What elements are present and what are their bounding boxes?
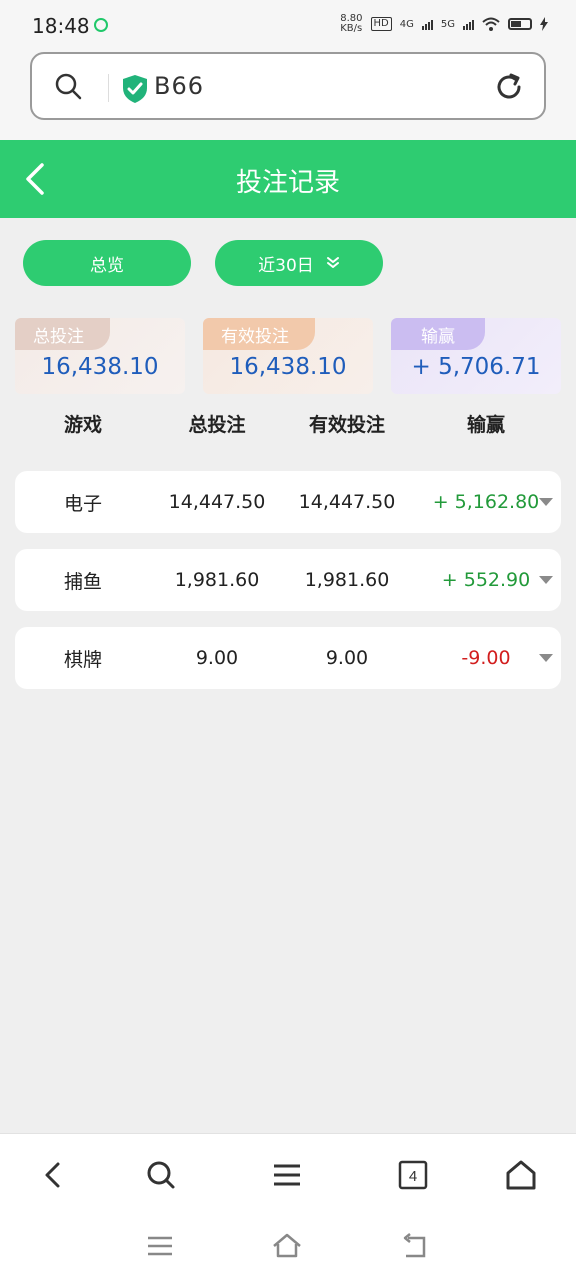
search-icon[interactable] <box>54 72 82 100</box>
valid-bet-value: 16,438.10 <box>229 354 347 380</box>
home-icon[interactable] <box>504 1158 538 1192</box>
notification-icon <box>94 18 108 32</box>
net-speed: 8.80 KB/s <box>340 14 362 34</box>
row-win-cell: + 552.90 <box>411 569 561 591</box>
row-win: + 552.90 <box>441 569 531 591</box>
battery-icon <box>508 18 532 30</box>
status-time: 18:48 <box>32 14 90 38</box>
total-bet-value: 16,438.10 <box>41 354 159 380</box>
system-home-icon[interactable] <box>272 1232 302 1260</box>
row-game: 棋牌 <box>63 648 102 671</box>
address-bar[interactable]: B66 <box>30 52 546 120</box>
header-total: 总投注 <box>188 414 246 436</box>
header-game: 游戏 <box>63 414 102 436</box>
expand-caret-icon[interactable] <box>539 654 553 662</box>
valid-bet-label: 有效投注 <box>203 318 315 350</box>
row-win: -9.00 <box>461 647 511 669</box>
total-bet-card: 总投注 16,438.10 <box>15 318 185 394</box>
row-game: 电子 <box>63 492 102 515</box>
signal-icon <box>421 18 433 30</box>
row-total: 1,981.60 <box>174 569 260 591</box>
system-back-icon[interactable] <box>400 1232 430 1260</box>
row-game: 捕鱼 <box>63 570 102 593</box>
expand-caret-icon[interactable] <box>539 498 553 506</box>
charging-icon <box>540 17 548 31</box>
signal-icon-2 <box>463 18 474 30</box>
system-menu-icon[interactable] <box>145 1232 175 1260</box>
shield-icon <box>123 75 147 103</box>
reload-icon[interactable] <box>494 72 524 102</box>
overview-button[interactable]: 总览 <box>23 240 191 286</box>
app-header: 投注记录 <box>0 140 576 218</box>
row-valid: 14,447.50 <box>298 491 396 513</box>
url-text[interactable]: B66 <box>154 72 204 100</box>
chevron-down-icon <box>326 257 339 268</box>
browser-toolbar: B66 <box>0 52 576 140</box>
bottom-nav: 4 <box>0 1133 576 1281</box>
overview-label: 总览 <box>90 255 124 276</box>
expand-caret-icon[interactable] <box>539 576 553 584</box>
header-valid: 有效投注 <box>308 414 385 436</box>
url-divider <box>108 74 109 102</box>
menu-icon[interactable] <box>270 1158 304 1192</box>
hd-badge: HD <box>370 17 392 31</box>
tab-count: 4 <box>409 1168 417 1185</box>
nav-search-icon[interactable] <box>144 1158 178 1192</box>
table-row[interactable]: 电子 14,447.50 14,447.50 + 5,162.80 <box>15 471 561 533</box>
row-valid: 9.00 <box>325 647 369 669</box>
sig1-label: 4G <box>399 18 414 30</box>
row-total: 14,447.50 <box>168 491 266 513</box>
win-loss-label: 输赢 <box>391 318 485 350</box>
row-win: + 5,162.80 <box>432 491 540 513</box>
valid-bet-card: 有效投注 16,438.10 <box>203 318 373 394</box>
page-title: 投注记录 <box>235 168 340 198</box>
row-valid: 1,981.60 <box>304 569 390 591</box>
header-win: 输赢 <box>466 414 505 436</box>
status-indicators: 8.80 KB/s HD 4G 5G <box>340 14 548 34</box>
table-header: 游戏 总投注 有效投注 输赢 <box>15 410 561 440</box>
wifi-icon <box>482 17 500 31</box>
tabs-icon[interactable]: 4 <box>396 1158 430 1192</box>
status-bar: 18:48 8.80 KB/s HD 4G 5G <box>0 0 576 52</box>
nav-back-icon[interactable] <box>36 1158 70 1192</box>
total-bet-label: 总投注 <box>15 318 110 350</box>
row-total: 9.00 <box>195 647 239 669</box>
date-range-label: 近30日 <box>258 255 314 276</box>
win-loss-value: + 5,706.71 <box>411 354 541 380</box>
net-speed-unit: KB/s <box>340 23 363 34</box>
row-win-cell: + 5,162.80 <box>411 491 561 513</box>
row-win-cell: -9.00 <box>411 647 561 669</box>
sig2-label: 5G <box>440 18 455 30</box>
date-range-dropdown[interactable]: 近30日 <box>215 240 383 286</box>
win-loss-card: 输赢 + 5,706.71 <box>391 318 561 394</box>
table-row[interactable]: 棋牌 9.00 9.00 -9.00 <box>15 627 561 689</box>
table-row[interactable]: 捕鱼 1,981.60 1,981.60 + 552.90 <box>15 549 561 611</box>
